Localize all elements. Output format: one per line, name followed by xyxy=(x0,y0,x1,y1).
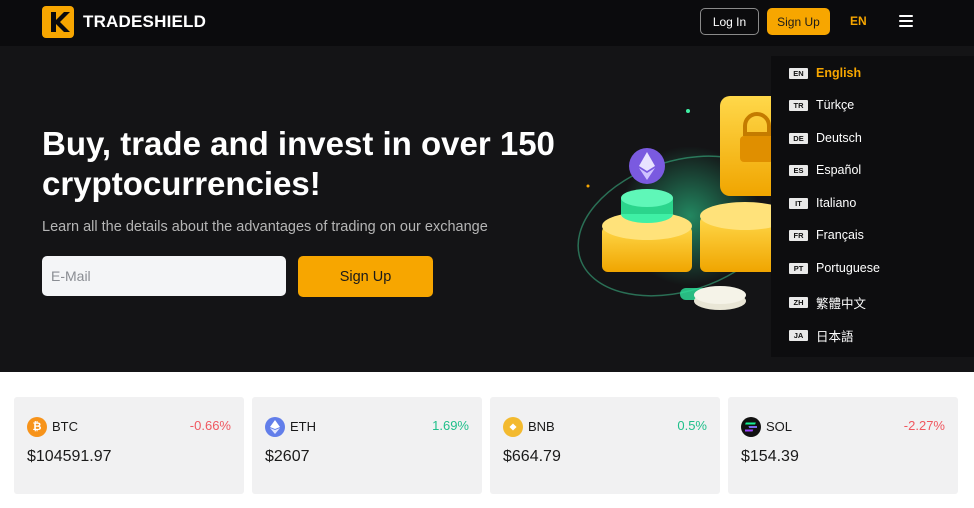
hero-signup-button[interactable]: Sign Up xyxy=(298,256,433,297)
price-change: -2.27% xyxy=(903,418,945,433)
price-change: -0.66% xyxy=(189,418,231,433)
language-option-zh[interactable]: ZH 繁體中文 xyxy=(789,293,866,312)
language-name: 繁體中文 xyxy=(816,297,867,311)
language-option-es[interactable]: ES Español xyxy=(789,163,861,177)
language-name: Portuguese xyxy=(816,261,880,275)
brand-name: TRADESHIELD xyxy=(83,12,207,31)
price-change: 0.5% xyxy=(677,418,707,433)
coin-price: $2607 xyxy=(265,448,310,465)
language-name: English xyxy=(816,66,862,80)
bnb-icon xyxy=(503,417,523,437)
ethereum-icon xyxy=(265,417,285,437)
brand-logo[interactable]: TRADESHIELD xyxy=(42,6,206,38)
coin-symbol: BTC xyxy=(52,419,78,434)
language-code-badge: JA xyxy=(789,330,808,341)
language-code-badge: IT xyxy=(789,197,808,209)
coin-symbol: SOL xyxy=(766,419,793,434)
language-option-fr[interactable]: FR Français xyxy=(789,228,864,242)
hero-title: Buy, trade and invest in over 150 crypto… xyxy=(42,125,555,202)
language-name: 日本語 xyxy=(816,330,854,344)
ticker-card-btc[interactable]: ₿ BTC -0.66% $104591.97 xyxy=(14,397,244,494)
language-option-en[interactable]: EN English xyxy=(789,66,861,80)
coin-price: $154.39 xyxy=(741,448,799,465)
coin-symbol: BNB xyxy=(528,419,555,434)
language-name: Español xyxy=(816,163,862,177)
hamburger-menu-icon[interactable] xyxy=(899,15,913,27)
ticker-card-eth[interactable]: ETH 1.69% $2607 xyxy=(252,397,482,494)
bitcoin-icon: ₿ xyxy=(27,417,47,437)
hero-subtitle: Learn all the details about the advantag… xyxy=(42,219,488,235)
language-code-badge: ZH xyxy=(789,297,808,308)
email-field[interactable] xyxy=(42,256,286,296)
signup-button[interactable]: Sign Up xyxy=(767,8,830,35)
language-option-de[interactable]: DE Deutsch xyxy=(789,131,862,145)
language-name: Deutsch xyxy=(816,131,862,145)
ticker-card-bnb[interactable]: BNB 0.5% $664.79 xyxy=(490,397,720,494)
language-option-tr[interactable]: TR Türkçe xyxy=(789,98,854,112)
login-button[interactable]: Log In xyxy=(700,8,759,35)
price-change: 1.69% xyxy=(432,418,469,433)
language-option-it[interactable]: IT Italiano xyxy=(789,196,856,210)
language-selector[interactable]: EN xyxy=(850,14,867,28)
coin-symbol: ETH xyxy=(290,419,316,434)
coin-price: $664.79 xyxy=(503,448,561,465)
language-code-badge: EN xyxy=(789,67,808,79)
solana-icon xyxy=(741,417,761,437)
language-code-badge: FR xyxy=(789,229,808,241)
crypto-illustration xyxy=(577,96,790,310)
language-option-ja[interactable]: JA 日本語 xyxy=(789,326,854,345)
language-dropdown: EN English TR Türkçe DE Deutsch ES Españ… xyxy=(771,56,974,357)
top-navbar: TRADESHIELD Log In Sign Up EN xyxy=(0,0,974,46)
language-code-badge: ES xyxy=(789,164,808,176)
language-name: Türkçe xyxy=(816,98,855,112)
coin-price: $104591.97 xyxy=(27,448,112,465)
language-name: Italiano xyxy=(816,196,857,210)
language-code-badge: PT xyxy=(789,262,808,274)
language-option-pt[interactable]: PT Portuguese xyxy=(789,261,880,275)
ticker-card-sol[interactable]: SOL -2.27% $154.39 xyxy=(728,397,958,494)
language-code-badge: TR xyxy=(789,99,808,111)
language-code-badge: DE xyxy=(789,132,808,144)
tradeshield-logo-icon xyxy=(42,6,74,38)
ticker-section: ₿ BTC -0.66% $104591.97 ETH 1.69% $2607 … xyxy=(0,372,974,508)
language-name: Français xyxy=(816,228,864,242)
